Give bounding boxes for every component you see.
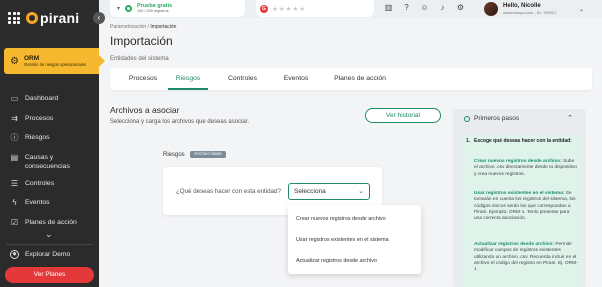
select-value: Selecciona: [294, 188, 326, 195]
help-block-heading: Usar registros existentes en el sistema:: [474, 191, 565, 196]
chevron-down-icon[interactable]: ⌄: [45, 229, 53, 240]
page-title: Importación: [110, 34, 173, 48]
bell-icon[interactable]: ♪: [438, 3, 447, 12]
sidebar-item-procesos[interactable]: ⇉ Procesos: [0, 114, 99, 134]
entity-tabs: Procesos Riesgos Controles Eventos Plane…: [110, 68, 592, 90]
sidebar-item-label: Procesos: [25, 114, 54, 122]
dropdown-option-update[interactable]: Actualizar registros desde archivo: [296, 258, 377, 264]
step-number: 1.: [466, 138, 471, 144]
user-add-icon[interactable]: ☺: [420, 3, 429, 12]
entity-action-dropdown: Crear nuevos registros desde archivo Usa…: [288, 205, 421, 274]
sidebar-nav: ▭ Dashboard ⇉ Procesos ⓘ Riesgos ▤ Causa…: [0, 94, 99, 237]
section-title: Archivos a asociar: [110, 105, 180, 115]
explore-demo-link[interactable]: ◆ Explorar Demo: [10, 250, 70, 259]
logo: pirani: [26, 10, 79, 26]
star-rating[interactable]: ★★★★★: [272, 5, 306, 13]
gear-icon: ⚙: [10, 55, 19, 67]
warning-icon: ⓘ: [10, 133, 19, 142]
chevron-up-icon[interactable]: ⌃: [567, 114, 573, 122]
explore-demo-label: Explorar Demo: [25, 251, 71, 258]
chevron-down-icon[interactable]: ⌄: [579, 6, 584, 13]
g2-logo-icon: G: [260, 4, 268, 13]
logo-mark-icon: [26, 12, 38, 24]
module-title: ORM: [23, 55, 40, 62]
step-dot-icon: [464, 115, 470, 122]
section-description: Selecciona y carga los archivos que dese…: [110, 119, 250, 125]
trial-subtitle: 100 / 200 registros: [137, 9, 169, 13]
entity-action-question: ¿Qué deseas hacer con esta entidad?: [176, 188, 281, 195]
tab-planes[interactable]: Planes de acción: [330, 68, 390, 90]
settings-icon[interactable]: ⚙: [456, 3, 465, 12]
help-step: 1. Escoge qué deseas hacer con la entida…: [462, 135, 581, 287]
checklist-icon: ☑: [10, 217, 19, 227]
rating-widget[interactable]: G ★★★★★: [256, 0, 374, 17]
apps-grid-icon[interactable]: [8, 12, 20, 24]
logo-text: pirani: [40, 10, 80, 26]
module-subtitle: Gestión de riesgos operacionales: [23, 62, 87, 67]
logo-row: pirani: [8, 10, 79, 26]
help-panel: Primeros pasos ⌃ 1. Escoge qué deseas ha…: [453, 109, 586, 287]
avatar: [484, 2, 498, 16]
help-icon[interactable]: ?: [402, 3, 411, 12]
breadcrumb-current: Importación: [150, 24, 177, 30]
building-icon[interactable]: ▥: [384, 3, 393, 12]
view-plans-button[interactable]: Ver Planes: [5, 267, 94, 283]
sidebar-item-label: Planes de acción: [25, 218, 77, 226]
collapse-sidebar-icon[interactable]: ‹: [93, 12, 105, 24]
breadcrumb-parent[interactable]: Parametrización: [110, 24, 146, 30]
sidebar-item-label: Riesgos: [25, 134, 50, 141]
entity-label: Riesgos: [163, 152, 185, 158]
sidebar-item-label: Controles: [25, 179, 55, 187]
help-block-heading: Actualizar registros desde archivo:: [474, 242, 554, 247]
sidebar-item-controles[interactable]: ☰ Controles: [0, 179, 99, 199]
view-history-button[interactable]: Ver historial: [365, 108, 441, 123]
sidebar-item-riesgos[interactable]: ⓘ Riesgos: [0, 133, 99, 153]
top-icons: ▥ ? ☺ ♪ ⚙: [384, 3, 465, 12]
monitor-icon: ▭: [10, 94, 19, 103]
process-icon: ⇉: [11, 113, 18, 123]
help-header: Primeros pasos: [464, 115, 519, 122]
help-block-heading: Crear nuevos registros desde archivo:: [474, 159, 562, 164]
file-base-badge: Archivo base: [190, 151, 226, 158]
sidebar-item-label: Eventos: [25, 199, 50, 206]
dropdown-option-use-existing[interactable]: Usar registros existentes en el sistema: [296, 237, 389, 243]
help-title: Primeros pasos: [474, 115, 520, 122]
entity-action-select[interactable]: Selecciona ⌄: [288, 183, 370, 200]
document-icon: ▤: [10, 152, 19, 162]
tab-controles[interactable]: Controles: [220, 68, 265, 90]
sidebar-item-label: Causas y consecuencias: [24, 153, 70, 170]
help-block-update: Actualizar registros desde archivo: Perm…: [474, 242, 578, 273]
sidebar-item-causas[interactable]: ▤ Causas y consecuencias: [0, 153, 99, 179]
help-block-create: Crear nuevos registros desde archivo: Su…: [474, 159, 578, 178]
progress-ring-icon: [125, 5, 133, 12]
user-greeting: Hello, Nicolle: [503, 3, 541, 9]
tab-eventos[interactable]: Eventos: [278, 68, 314, 90]
lightning-icon: ϟ: [12, 198, 17, 207]
help-block-use-existing: Usar registros existentes en el sistema:…: [474, 191, 578, 222]
module-card[interactable]: ⚙ ORM Gestión de riesgos operacionales: [4, 48, 105, 74]
chevron-down-icon: ⌄: [358, 188, 364, 195]
sidebar: pirani ⚙ ORM Gestión de riesgos operacio…: [0, 0, 105, 287]
sidebar-item-dashboard[interactable]: ▭ Dashboard: [0, 94, 99, 114]
sidebar-item-eventos[interactable]: ϟ Eventos: [0, 198, 99, 218]
chevron-down-icon: ▾: [117, 6, 121, 12]
step-question: Escoge qué deseas hacer con la entidad:: [474, 138, 572, 144]
user-menu[interactable]: Hello, Nicolle www.tuespa.com - ID: 7890…: [484, 2, 556, 16]
sidebar-item-label: Dashboard: [25, 95, 59, 102]
tab-procesos[interactable]: Procesos: [120, 68, 166, 90]
page-description: Entidades del sistema: [110, 56, 169, 62]
sliders-icon: ☰: [10, 178, 19, 188]
tab-riesgos[interactable]: Riesgos: [168, 68, 208, 90]
divider: [6, 244, 93, 245]
dropdown-option-create[interactable]: Crear nuevos registros desde archivo: [296, 216, 386, 222]
user-subtitle: www.tuespa.com - ID: 789021: [503, 10, 557, 15]
compass-icon: ◆: [10, 250, 19, 259]
breadcrumb: Parametrización / Importación: [110, 24, 176, 30]
trial-status[interactable]: ▾ Prueba gratis 100 / 200 registros: [110, 0, 245, 17]
